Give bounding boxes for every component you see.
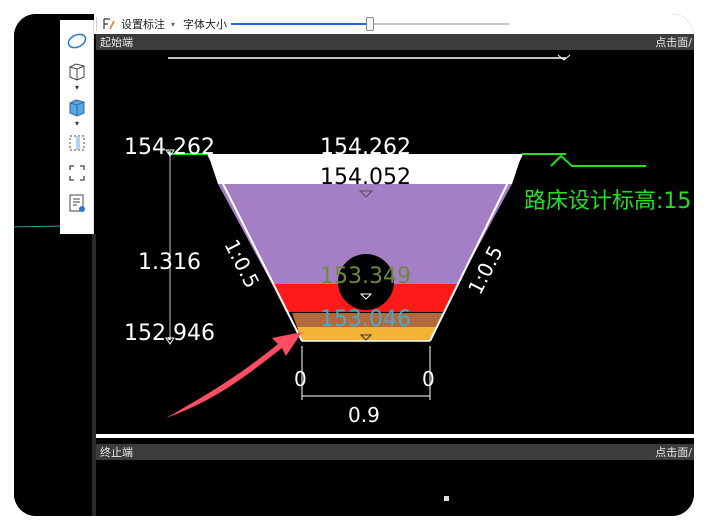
center-elevation-3: 153.349	[320, 264, 411, 289]
ellipse-icon[interactable]	[66, 30, 88, 52]
properties-icon[interactable]	[66, 192, 88, 214]
bottom-right-offset: 0	[422, 367, 435, 391]
chevron-down-icon[interactable]: ▾	[171, 20, 175, 29]
center-top-elevation: 154.262	[320, 135, 411, 160]
corners-select-icon[interactable]	[66, 162, 88, 184]
end-panel-title: 终止端	[100, 446, 133, 459]
chevron-down-icon[interactable]: ▾	[71, 120, 83, 128]
toolbar-separator	[96, 17, 97, 31]
center-elevation-2: 154.052	[320, 165, 411, 190]
left-top-elevation: 154.262	[124, 135, 215, 160]
canvas-dot	[444, 496, 449, 501]
vertical-toolbar: ▾ ▾	[60, 20, 94, 234]
top-toolbar: 设置标注 ▾ 字体大小	[94, 14, 694, 34]
slider-thumb[interactable]	[366, 17, 375, 31]
annotation-settings-button[interactable]: 设置标注	[121, 16, 165, 32]
bottom-width-label: 0.9	[348, 403, 380, 427]
slider-fill	[231, 23, 371, 25]
annotation-icon	[101, 16, 117, 32]
start-panel-title: 起始端	[100, 36, 133, 49]
left-bottom-elevation: 152.946	[124, 321, 215, 346]
panel-gap	[96, 434, 694, 438]
left-lower-canvas	[14, 344, 94, 516]
bottom-left-offset: 0	[294, 367, 307, 391]
box-select-icon[interactable]	[66, 132, 88, 154]
left-canvas-line	[14, 225, 61, 228]
end-panel-hint: 点击面/	[655, 446, 692, 459]
cube-outline-icon[interactable]	[66, 60, 88, 82]
end-panel-header: 终止端 点击面/	[96, 444, 694, 460]
font-size-slider[interactable]	[231, 17, 510, 31]
app-window: ▾ ▾ 设置标注 ▾ 字体大小 起始端 点击面/ 154.262 154.262…	[14, 14, 694, 516]
depth-label: 1.316	[138, 250, 201, 275]
design-elevation-label: 路床设计标高:15	[524, 189, 691, 214]
design-elevation-marker	[550, 154, 646, 167]
cross-section-drawing: 154.262 154.262 154.052 1.316 152.946 15…	[124, 54, 691, 427]
cube-filled-icon[interactable]	[66, 96, 88, 118]
font-size-label: 字体大小	[183, 18, 228, 31]
end-section-canvas[interactable]	[96, 462, 694, 516]
start-panel-header: 起始端 点击面/	[96, 34, 694, 50]
start-panel-hint: 点击面/	[655, 36, 692, 49]
start-section-canvas[interactable]: 154.262 154.262 154.052 1.316 152.946 15…	[96, 50, 694, 436]
center-elevation-4: 153.046	[320, 307, 411, 332]
chevron-down-icon[interactable]: ▾	[71, 84, 83, 92]
